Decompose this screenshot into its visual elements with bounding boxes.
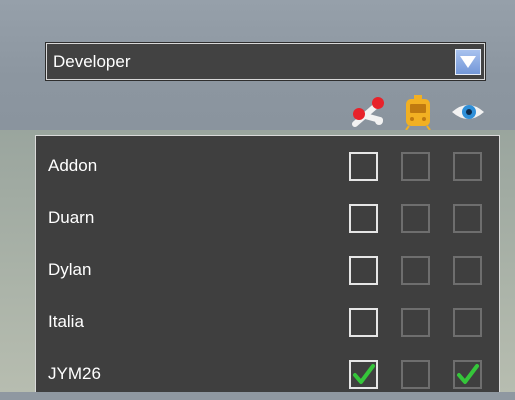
list-item: Dylan [36, 244, 499, 296]
eye-icon [450, 94, 486, 130]
checkbox-visible[interactable] [453, 308, 482, 337]
row-label: Italia [48, 312, 84, 331]
list-item: JYM26 [36, 348, 499, 400]
checkbox-train[interactable] [401, 256, 430, 285]
list-item: Duarn [36, 192, 499, 244]
checkbox-visible[interactable] [453, 152, 482, 181]
row-label: Addon [48, 156, 98, 175]
checkbox-signal[interactable] [349, 256, 378, 285]
checkbox-visible[interactable] [453, 204, 482, 233]
checkbox-signal[interactable] [349, 360, 378, 389]
train-icon [400, 94, 436, 131]
list-item: Addon [36, 140, 499, 192]
checkbox-visible[interactable] [453, 256, 482, 285]
checkbox-signal[interactable] [349, 204, 378, 233]
checkbox-train[interactable] [401, 204, 430, 233]
row-label: Duarn [48, 208, 95, 227]
checkbox-signal[interactable] [349, 308, 378, 337]
checkbox-signal[interactable] [349, 152, 378, 181]
checkbox-train[interactable] [401, 360, 430, 389]
checkbox-train[interactable] [401, 152, 430, 181]
row-label: Dylan [48, 260, 92, 279]
developer-list: Addon Duarn Dylan Italia JYM26 [35, 135, 500, 392]
row-label: JYM26 [48, 364, 101, 383]
developer-dropdown[interactable]: Developer [45, 42, 486, 81]
dropdown-selected-value: Developer [53, 52, 131, 71]
triangle-down-icon[interactable] [455, 49, 481, 75]
checkbox-visible[interactable] [453, 360, 482, 389]
list-item: Italia [36, 296, 499, 348]
checkbox-train[interactable] [401, 308, 430, 337]
signal-icon [350, 94, 386, 130]
